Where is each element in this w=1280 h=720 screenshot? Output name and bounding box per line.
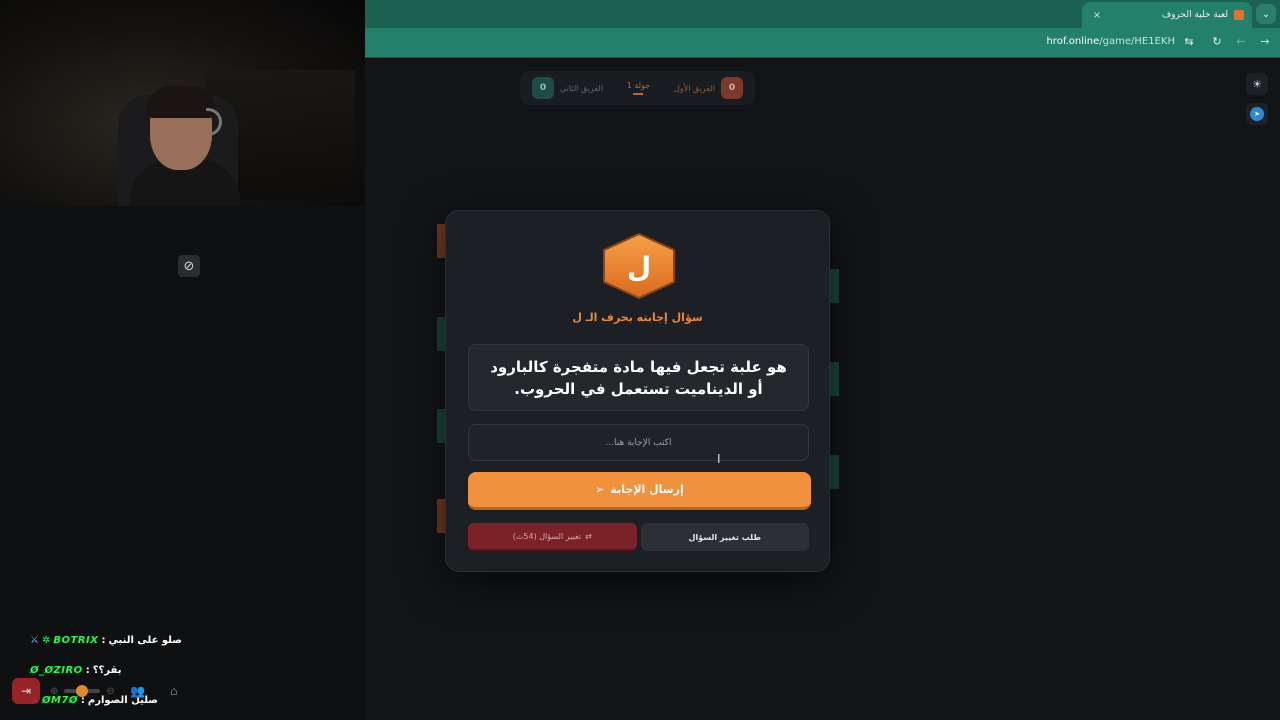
chat-text: بقر؟؟ xyxy=(92,664,122,676)
telegram-button[interactable]: ➤ xyxy=(1246,103,1268,125)
zoom-slider-knob[interactable] xyxy=(76,685,89,697)
request-change-label: طلب تغيير السؤال xyxy=(688,532,761,542)
forward-icon[interactable]: → xyxy=(1258,35,1272,48)
team2-score: 0 xyxy=(532,77,554,99)
chat-username: Ø_ØZIRO xyxy=(30,664,83,676)
gear-badge-icon: ✲ xyxy=(41,634,51,646)
submit-label: إرسال الإجابة xyxy=(610,483,684,496)
theme-toggle-icon[interactable]: ☀ xyxy=(1246,73,1268,95)
telegram-icon: ➤ xyxy=(1250,107,1264,121)
tab-title: لعبة خلية الحروف xyxy=(1161,10,1228,20)
question-box: هو علبة تجعل فيها مادة متفجرة كالبارود أ… xyxy=(468,344,809,411)
browser-window: + × لعبة خلية الحروف ⌄ hrof.online/game/… xyxy=(365,0,1280,720)
reload-icon[interactable]: ↻ xyxy=(1210,35,1224,48)
letter-hex-icon: ل xyxy=(603,233,675,299)
zoom-in-icon[interactable]: ⊕ xyxy=(50,686,58,697)
round-underline xyxy=(633,93,644,95)
text-cursor-icon: I xyxy=(717,452,721,466)
block-icon[interactable]: ⊘ xyxy=(178,255,200,277)
home-icon[interactable]: ⌂ xyxy=(161,678,187,704)
send-icon: ➢ xyxy=(595,483,605,496)
site-settings-icon[interactable]: ⇆ xyxy=(1182,35,1196,48)
address-bar: hrof.online/game/HE1EKH ⇆ ↻ ← → xyxy=(365,28,1280,58)
chat-message: ⚔ ✲ BOTRIX: صلو على النبي xyxy=(30,632,350,648)
team1-name: الفريق الأول xyxy=(673,83,715,93)
question-modal: ل سؤال إجابته بحرف الـ ل هو علبة تجعل في… xyxy=(445,210,830,572)
tab-close-icon[interactable]: × xyxy=(1090,10,1104,21)
question-text: هو علبة تجعل فيها مادة متفجرة كالبارود أ… xyxy=(490,357,787,398)
letter-text: ل xyxy=(627,251,651,284)
chat-separator: : xyxy=(101,634,106,646)
chat-text: صلو على النبي xyxy=(108,634,182,646)
url-path: /game/HE1EKH xyxy=(1099,36,1175,47)
question-actions: ⇄ تغيير السؤال (54ث) طلب تغيير السؤال xyxy=(468,523,809,551)
tab-strip: + × لعبة خلية الحروف ⌄ xyxy=(365,0,1280,28)
answer-input[interactable]: اكتب الإجابة هنا... xyxy=(468,424,809,461)
game-page: 0 الفريق الثاني جولة 1 الفريق الأول 0 ☀ … xyxy=(365,59,1280,720)
users-icon[interactable]: 👥 xyxy=(125,678,151,704)
chat-message: Ø_ØZIRO: بقر؟؟ xyxy=(30,662,350,678)
zoom-slider[interactable] xyxy=(64,685,101,697)
url-field[interactable]: hrof.online/game/HE1EKH xyxy=(1046,36,1175,47)
chat-separator: : xyxy=(85,664,90,676)
url-host: hrof.online xyxy=(1046,36,1100,47)
favicon-icon xyxy=(1234,10,1244,20)
sword-badge-icon: ⚔ xyxy=(30,634,39,646)
zoom-out-icon[interactable]: ⊖ xyxy=(106,686,114,697)
question-type: سؤال إجابته بحرف الـ ل xyxy=(572,311,703,324)
submit-answer-button[interactable]: إرسال الإجابة ➢ xyxy=(468,472,811,510)
change-question-button[interactable]: ⇄ تغيير السؤال (54ث) xyxy=(468,523,637,551)
team2-name: الفريق الثاني xyxy=(560,83,603,93)
zoom-control: ⊕ ⊖ xyxy=(50,685,115,697)
webcam-feed xyxy=(0,0,365,206)
tab-search-icon[interactable]: ⌄ xyxy=(1256,4,1276,24)
game-bottom-toolbar: ⇥ ⊕ ⊖ 👥 ⌂ xyxy=(12,678,212,704)
team1-score-panel: الفريق الأول 0 xyxy=(674,77,743,99)
swap-icon: ⇄ xyxy=(585,531,592,541)
round-indicator: جولة 1 xyxy=(627,81,650,95)
chat-username: BOTRIX xyxy=(53,634,99,646)
team1-score: 0 xyxy=(720,77,743,99)
round-label: جولة 1 xyxy=(626,81,651,90)
stream-overlay: ⊘ ⚔ ✲ BOTRIX: صلو على النبي Ø_ØZIRO: بقر… xyxy=(0,0,365,720)
exit-button[interactable]: ⇥ xyxy=(12,678,40,704)
scoreboard: 0 الفريق الثاني جولة 1 الفريق الأول 0 xyxy=(520,71,755,105)
back-icon[interactable]: ← xyxy=(1234,35,1248,48)
change-question-label: تغيير السؤال (54ث) xyxy=(512,531,582,541)
team2-score-panel: 0 الفريق الثاني xyxy=(532,77,603,99)
active-tab[interactable]: × لعبة خلية الحروف xyxy=(1082,2,1252,28)
request-change-button[interactable]: طلب تغيير السؤال xyxy=(640,523,809,551)
